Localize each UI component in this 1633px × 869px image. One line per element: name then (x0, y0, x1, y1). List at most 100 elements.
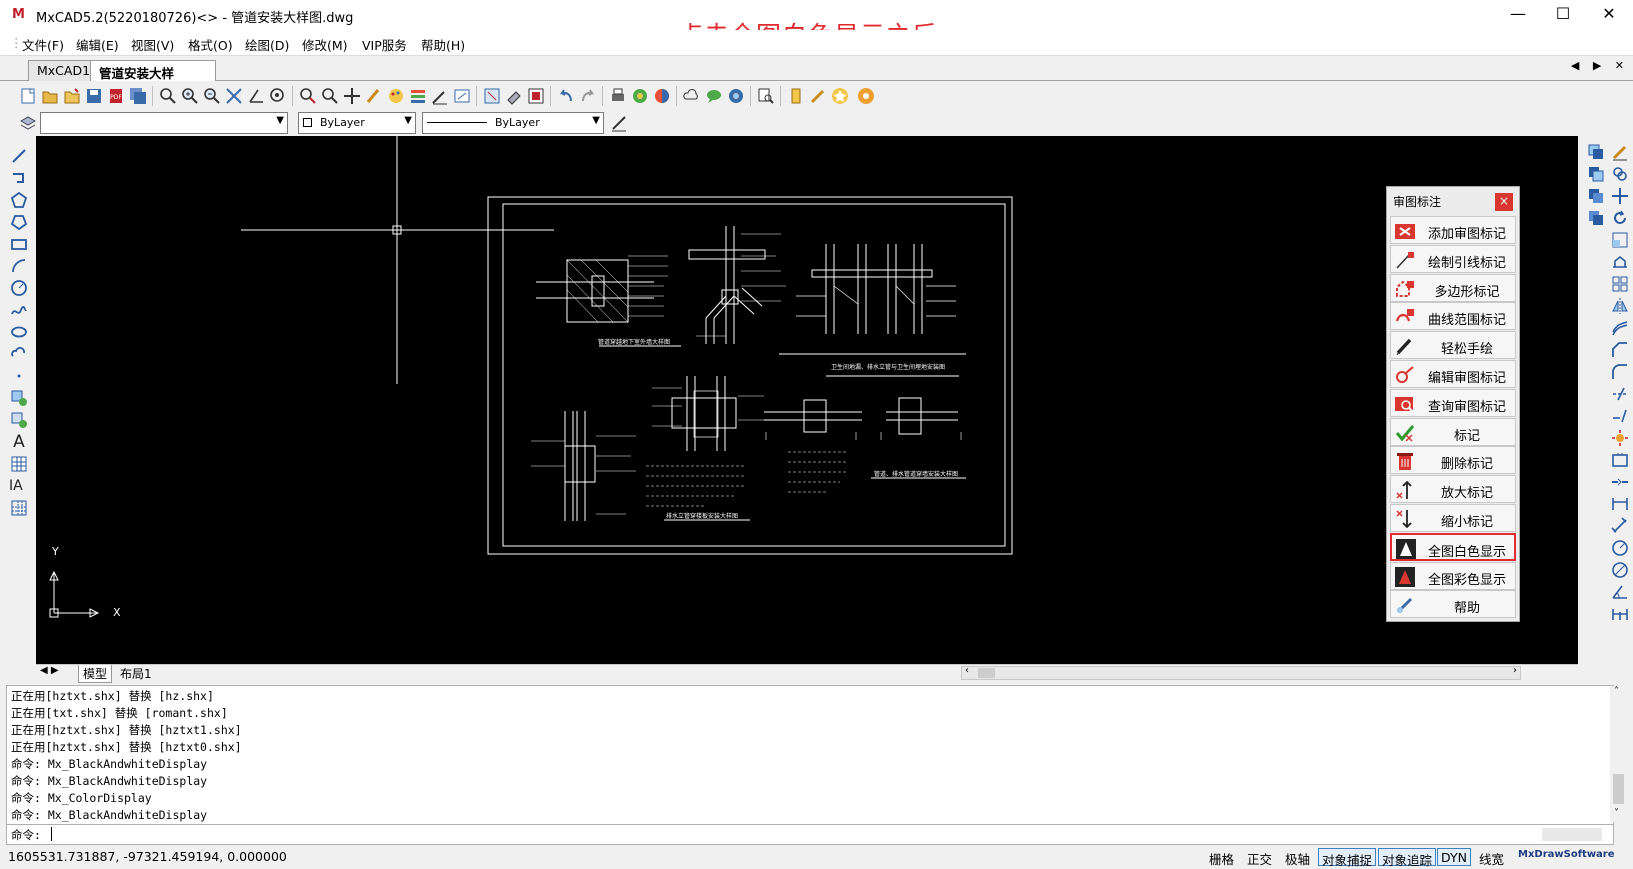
print-preview-icon[interactable] (526, 86, 546, 106)
menu-format[interactable]: 格式(O) (188, 35, 233, 54)
mtext-tool-icon[interactable]: IA (9, 476, 29, 496)
panel-close-button[interactable]: × (1495, 193, 1513, 211)
draw-order-front-icon[interactable] (1586, 142, 1606, 162)
continue-dimension-icon[interactable] (1610, 604, 1630, 624)
new-file-icon[interactable] (18, 86, 38, 106)
minimize-button[interactable]: — (1495, 0, 1541, 30)
magnifier-icon[interactable] (320, 86, 340, 106)
extend-tool-icon[interactable] (1610, 406, 1630, 426)
color-select[interactable]: ByLayer ▼ (298, 112, 416, 134)
layer-manager-icon[interactable] (18, 113, 38, 133)
layout-nav-arrows[interactable]: ◀ ▶ (40, 665, 59, 676)
chat-icon[interactable] (704, 86, 724, 106)
layers-icon[interactable] (408, 86, 428, 106)
toggle-otrack[interactable]: 对象追踪 (1378, 848, 1437, 868)
scroll-thumb[interactable] (978, 668, 995, 678)
review-button-6[interactable]: 查询审图标记 (1390, 388, 1516, 417)
note-icon[interactable] (786, 86, 806, 106)
save-icon[interactable] (84, 86, 104, 106)
arc-tool-icon[interactable] (9, 256, 29, 276)
review-button-5[interactable]: 编辑审图标记 (1390, 360, 1516, 388)
redo-icon[interactable] (578, 86, 598, 106)
offset-tool-icon[interactable] (1610, 318, 1630, 338)
review-button-0[interactable]: 添加审图标记 (1390, 216, 1516, 244)
revcloud-tool-icon[interactable] (9, 344, 29, 364)
menu-view[interactable]: 视图(V) (131, 35, 174, 54)
review-button-2[interactable]: 多边形标记 (1390, 273, 1516, 302)
zoom-out-icon[interactable] (202, 86, 222, 106)
join-tool-icon[interactable] (1610, 472, 1630, 492)
scroll-up-icon[interactable]: ˄ (1614, 686, 1619, 697)
globe-icon[interactable] (726, 86, 746, 106)
tab-mxcad1[interactable]: MxCAD1 (28, 60, 94, 81)
scroll-left-icon[interactable]: ‹ (965, 665, 969, 676)
angular-dimension-icon[interactable] (1610, 582, 1630, 602)
review-button-9[interactable]: 放大标记 (1390, 475, 1516, 504)
linetype-select[interactable]: ByLayer ▼ (422, 112, 604, 134)
toggle-lineweight[interactable]: 线宽 (1476, 848, 1507, 867)
toggle-osnap[interactable]: 对象捕捉 (1318, 848, 1377, 868)
point-tool-icon[interactable] (9, 366, 29, 386)
table-tool-icon[interactable] (9, 454, 29, 474)
scroll-right-icon[interactable]: › (1513, 665, 1517, 676)
maximize-button[interactable]: ☐ (1540, 0, 1586, 30)
print-icon[interactable] (608, 86, 628, 106)
move-tool-icon[interactable] (1610, 186, 1630, 206)
circle-tool-icon[interactable] (9, 278, 29, 298)
ellipse-tool-icon[interactable] (9, 322, 29, 342)
menu-edit[interactable]: 编辑(E) (76, 35, 119, 54)
open-folder-icon[interactable] (62, 86, 82, 106)
save-all-icon[interactable] (128, 86, 148, 106)
menu-draw[interactable]: 绘图(D) (245, 35, 289, 54)
array-tool-icon[interactable] (1610, 274, 1630, 294)
review-button-3[interactable]: 曲线范围标记 (1390, 302, 1516, 331)
tab-model[interactable]: 模型 (78, 665, 113, 683)
text-tool-icon[interactable]: A (9, 432, 29, 452)
review-button-4[interactable]: 轻松手绘 (1390, 331, 1516, 360)
scale-tool-icon[interactable] (1610, 230, 1630, 250)
drawing-canvas[interactable]: Y X 管道穿越地下室外墙大样图 卫生间地漏、排水立管与卫生间埋地安装图 排水立… (36, 136, 1578, 664)
horizontal-scrollbar[interactable]: ‹ › (961, 665, 1521, 680)
star-icon[interactable] (830, 86, 850, 106)
properties-icon[interactable] (452, 86, 472, 106)
find-icon[interactable] (756, 86, 776, 106)
zoom-previous-icon[interactable] (298, 86, 318, 106)
polygon-tool-icon[interactable] (9, 190, 29, 210)
chamfer-tool-icon[interactable] (1610, 340, 1630, 360)
sketch-pencil-icon[interactable] (808, 86, 828, 106)
review-button-10[interactable]: 缩小标记 (1390, 504, 1516, 532)
toggle-dyn[interactable]: DYN (1437, 848, 1471, 866)
mirror-tool-icon[interactable] (1610, 296, 1630, 316)
close-button[interactable]: ✕ (1586, 0, 1632, 30)
explode-tool-icon[interactable] (1610, 428, 1630, 448)
review-button-13[interactable]: 帮助 (1390, 590, 1516, 619)
rotate-tool-icon[interactable] (1610, 208, 1630, 228)
fillet-tool-icon[interactable] (1610, 362, 1630, 382)
menu-vip[interactable]: VIP服务 (362, 35, 407, 54)
render-icon[interactable] (630, 86, 650, 106)
text-style-icon[interactable] (482, 86, 502, 106)
command-input[interactable] (51, 827, 52, 841)
draw-order-back-icon[interactable] (1586, 164, 1606, 184)
pan-icon[interactable] (342, 86, 362, 106)
menu-modify[interactable]: 修改(M) (302, 35, 348, 54)
stretch-tool-icon[interactable] (1610, 252, 1630, 272)
aligned-dimension-icon[interactable] (1610, 516, 1630, 536)
layer-select[interactable]: ▼ (40, 112, 288, 134)
command-vertical-scrollbar[interactable]: ˄ ˅ (1610, 686, 1627, 822)
zoom-window-icon[interactable] (158, 86, 178, 106)
send-under-icon[interactable] (1586, 208, 1606, 228)
linear-dimension-icon[interactable] (1610, 494, 1630, 514)
scroll-thumb[interactable] (1613, 774, 1624, 804)
color-wheel-icon[interactable] (652, 86, 672, 106)
shape-tool-icon[interactable] (9, 212, 29, 232)
command-hscroll[interactable] (1542, 828, 1602, 841)
cloud-mark-icon[interactable] (682, 86, 702, 106)
scroll-down-icon[interactable]: ˅ (1614, 808, 1619, 819)
radius-dimension-icon[interactable] (1610, 538, 1630, 558)
line-tool-icon[interactable] (9, 146, 29, 166)
zoom-extents-icon[interactable] (224, 86, 244, 106)
review-button-8[interactable]: 删除标记 (1390, 446, 1516, 475)
command-window[interactable]: 正在用[hztxt.shx] 替换 [hz.shx] 正在用[txt.shx] … (6, 685, 1614, 825)
make-block-icon[interactable] (9, 410, 29, 430)
